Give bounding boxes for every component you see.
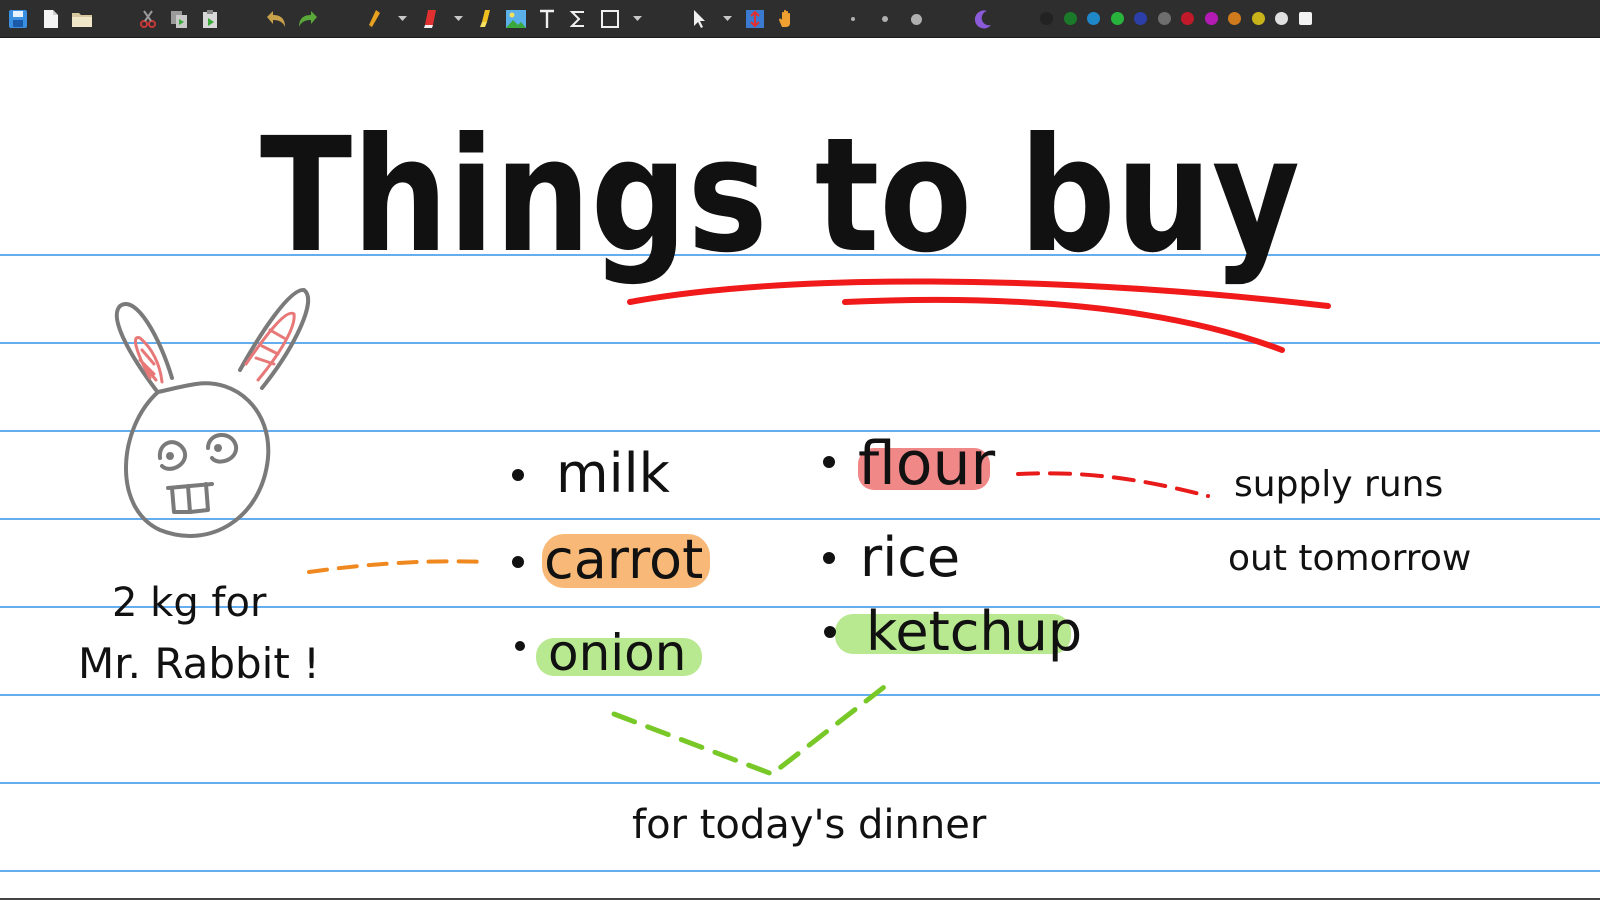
flour-connector — [1016, 471, 1210, 498]
pen-icon — [369, 10, 380, 28]
undo-button[interactable] — [264, 7, 288, 31]
color-swatch[interactable] — [1134, 12, 1147, 25]
vertical-space-icon — [746, 10, 764, 28]
medium-size-button[interactable] — [876, 7, 894, 31]
color-swatch[interactable] — [1110, 12, 1124, 25]
supply-note-line1: supply runs — [1234, 464, 1443, 505]
paste-icon — [203, 10, 217, 28]
pointer-icon — [694, 10, 705, 28]
shape-dropdown-chevron-icon[interactable] — [633, 15, 642, 23]
color-swatch[interactable] — [1251, 12, 1265, 25]
color-swatch[interactable] — [1040, 12, 1053, 25]
highlighter-tool-button[interactable] — [474, 7, 494, 31]
cut-button[interactable] — [137, 7, 159, 31]
paste-button[interactable] — [199, 7, 221, 31]
hand-icon — [779, 9, 790, 27]
list-item-flour: flour — [858, 429, 996, 499]
redo-button[interactable] — [296, 7, 320, 31]
large-dot-icon — [910, 13, 922, 25]
select-tool-button[interactable] — [689, 7, 709, 31]
copy-button[interactable] — [168, 7, 190, 31]
latex-tool-button[interactable] — [567, 7, 589, 31]
rabbit-note-line2: Mr. Rabbit ! — [78, 639, 320, 688]
bullet-dot — [512, 556, 524, 568]
folder-icon — [72, 13, 92, 27]
open-button[interactable] — [70, 7, 94, 31]
color-swatch[interactable] — [1275, 12, 1288, 25]
eraser-dropdown-chevron-icon[interactable] — [454, 15, 463, 23]
rectangle-icon — [601, 10, 619, 28]
dinner-connector — [611, 681, 891, 777]
highlighter-icon — [480, 10, 490, 27]
supply-note-line2: out tomorrow — [1228, 538, 1471, 579]
title-underline — [627, 278, 1331, 353]
hand-tool-button[interactable] — [776, 7, 798, 31]
bullet-dot — [512, 469, 524, 481]
text-tool-button[interactable] — [536, 7, 558, 31]
rabbit-connector — [307, 559, 488, 574]
medium-dot-icon — [882, 16, 888, 22]
thick-size-button[interactable] — [906, 7, 926, 31]
color-swatch[interactable] — [1181, 12, 1194, 25]
notebook-page[interactable]: Things to buy milk carrot onion flour ri… — [0, 38, 1600, 900]
scissors-icon — [140, 10, 156, 28]
color-swatch[interactable] — [1063, 12, 1077, 25]
list-item-rice: rice — [860, 526, 960, 589]
ink-layer: Things to buy milk carrot onion flour ri… — [78, 104, 1471, 848]
undo-icon — [267, 11, 285, 27]
pen-dropdown-chevron-icon[interactable] — [398, 15, 407, 23]
list-item-milk: milk — [556, 442, 671, 505]
new-page-button[interactable] — [40, 7, 62, 31]
bullet-dot — [823, 456, 835, 468]
select-dropdown-chevron-icon[interactable] — [723, 15, 732, 23]
rabbit-drawing — [114, 288, 310, 538]
color-picker-icon — [974, 10, 991, 29]
color-swatch[interactable] — [1157, 12, 1171, 25]
text-icon — [540, 9, 554, 28]
small-dot-icon — [851, 17, 855, 21]
color-swatch[interactable] — [1298, 12, 1312, 25]
vertical-space-button[interactable] — [744, 7, 766, 31]
save-icon — [9, 10, 27, 28]
shape-tool-button[interactable] — [599, 7, 621, 31]
bullet-dot — [824, 626, 836, 638]
pen-tool-button[interactable] — [364, 7, 384, 31]
copy-icon — [171, 11, 187, 28]
bullet-dot — [823, 552, 835, 564]
dinner-note: for today's dinner — [632, 802, 987, 848]
color-swatch[interactable] — [1087, 12, 1100, 25]
color-picker-button[interactable] — [972, 7, 994, 31]
redo-icon — [299, 11, 317, 27]
sigma-icon — [569, 11, 584, 27]
eraser-icon — [424, 10, 436, 28]
toolbar — [0, 0, 1600, 38]
new-document-icon — [44, 10, 58, 28]
color-swatch[interactable] — [1228, 12, 1241, 25]
rabbit-note-line1: 2 kg for — [112, 580, 267, 626]
list-item-onion: onion — [548, 624, 686, 682]
save-button[interactable] — [7, 7, 29, 31]
image-icon — [506, 10, 526, 28]
list-item-ketchup: ketchup — [866, 600, 1082, 663]
page-title: Things to buy — [260, 104, 1300, 288]
list-item-carrot: carrot — [544, 528, 703, 591]
image-tool-button[interactable] — [504, 7, 528, 31]
color-swatch[interactable] — [1204, 12, 1218, 25]
eraser-tool-button[interactable] — [419, 7, 441, 31]
fine-size-button[interactable] — [844, 7, 862, 31]
bullet-dot — [515, 641, 525, 651]
